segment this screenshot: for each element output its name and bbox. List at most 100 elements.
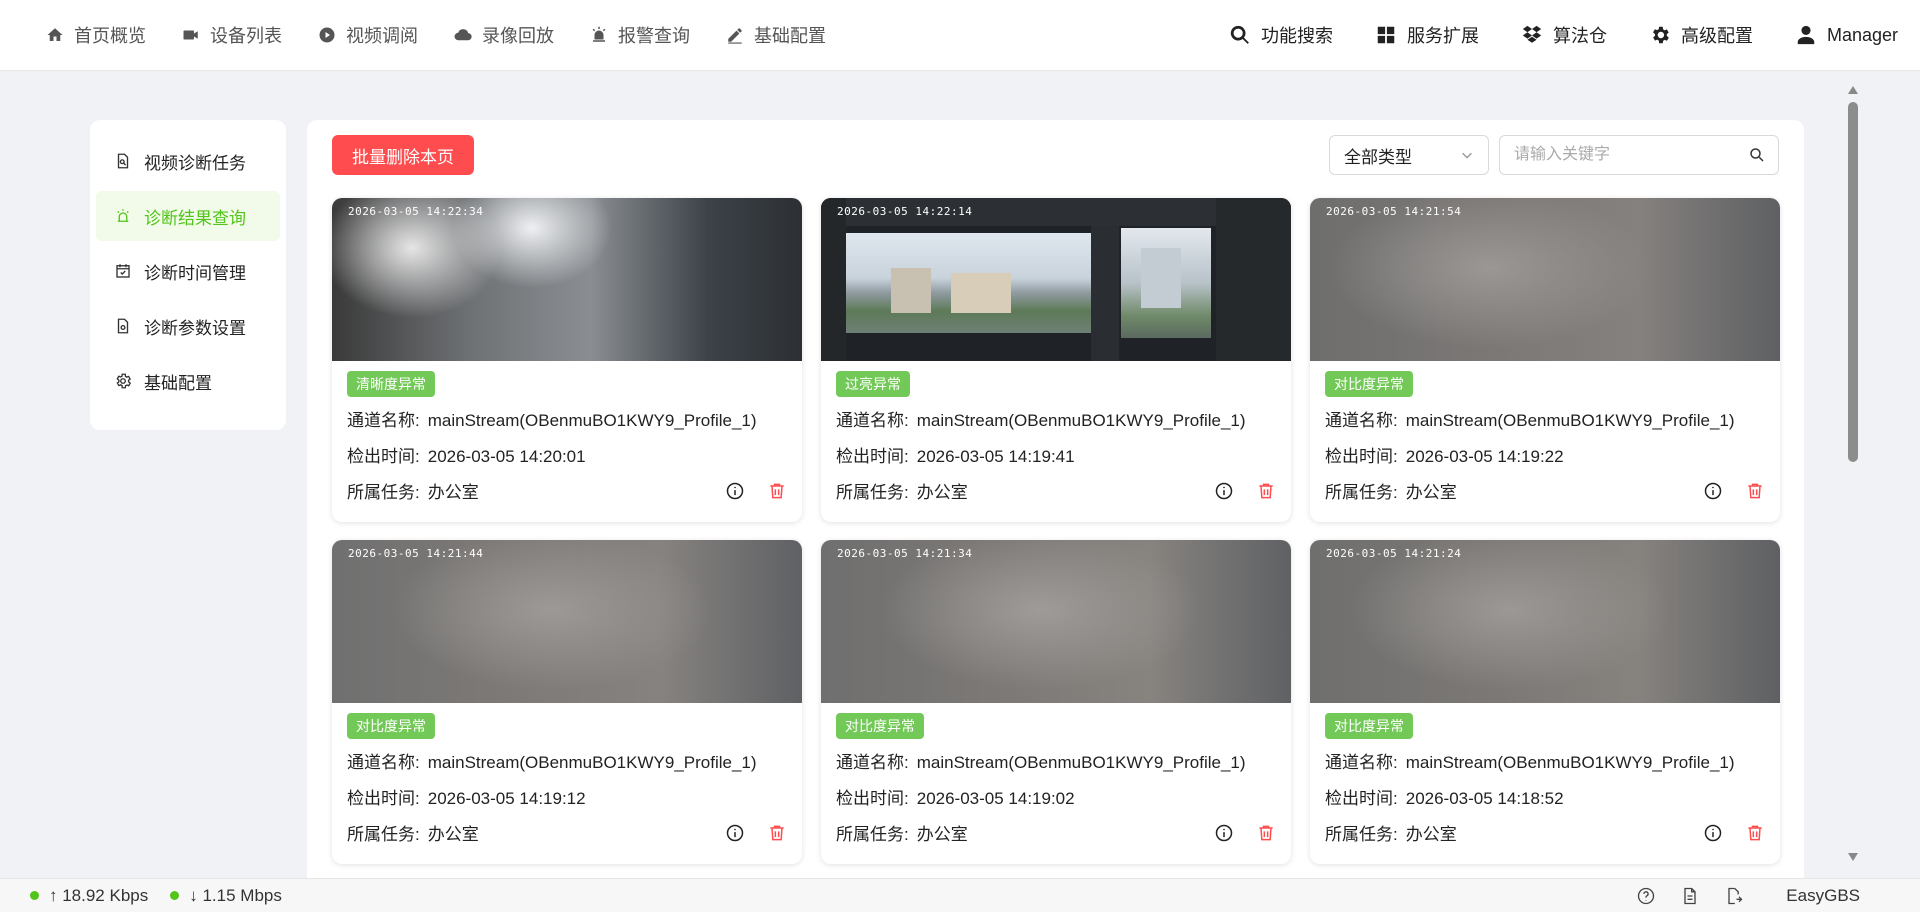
info-icon xyxy=(1704,824,1722,842)
result-card[interactable]: 2026-03-05 14:21:24 对比度异常 通道名称: mainStrea… xyxy=(1310,540,1780,864)
chevron-down-icon xyxy=(1462,152,1472,159)
camera-icon xyxy=(183,30,198,40)
snapshot-thumbnail[interactable]: 2026-03-05 14:22:34 xyxy=(332,198,802,361)
alarm-icon xyxy=(592,26,606,42)
trash-icon xyxy=(1259,483,1273,499)
nav-item-user[interactable]: Manager xyxy=(1795,24,1898,46)
result-card[interactable]: 2026-03-05 14:21:44 对比度异常 通道名称: mainStrea… xyxy=(332,540,802,864)
nav-item-home[interactable]: 首页概览 xyxy=(46,22,146,48)
task-value: 办公室 xyxy=(427,483,479,502)
snapshot-thumbnail[interactable]: 2026-03-05 14:22:14 xyxy=(821,198,1291,361)
delete-button[interactable] xyxy=(1256,481,1276,501)
batch-delete-button[interactable]: 批量删除本页 xyxy=(332,135,474,175)
channel-row: 通道名称: mainStream(OBenmuBO1KWY9_Profile_1) xyxy=(347,751,787,775)
info-icon xyxy=(1215,482,1233,500)
info-button[interactable] xyxy=(725,481,745,501)
scroll-up-arrow[interactable] xyxy=(1847,85,1859,95)
nav-item-label: 视频调阅 xyxy=(346,26,418,46)
channel-label: 通道名称: xyxy=(836,753,909,772)
sidebar-item-label: 基础配置 xyxy=(144,373,212,393)
channel-label: 通道名称: xyxy=(1325,753,1398,772)
detected-label: 检出时间: xyxy=(1325,447,1398,466)
brand-name: EasyGBS xyxy=(1786,885,1860,905)
nav-item-label: 设备列表 xyxy=(210,26,282,46)
nav-item-config[interactable]: 基础配置 xyxy=(726,22,826,48)
search-input[interactable] xyxy=(1500,137,1748,173)
top-nav: 首页概览 设备列表 视频调阅 录像回放 报警查询 基础配置 功能搜索 服务扩展 … xyxy=(0,0,1920,71)
info-button[interactable] xyxy=(1703,481,1723,501)
nav-right: 功能搜索 服务扩展 算法仓 高级配置 Manager xyxy=(1187,22,1920,48)
sidebar-item-diagnosis-result[interactable]: 诊断结果查询 xyxy=(96,191,280,241)
nav-item-service-ext[interactable]: 服务扩展 xyxy=(1375,22,1479,48)
nav-item-devices[interactable]: 设备列表 xyxy=(182,22,282,48)
export-button[interactable] xyxy=(1724,886,1744,906)
task-row: 所属任务: 办公室 xyxy=(347,481,787,505)
channel-label: 通道名称: xyxy=(1325,411,1398,430)
play-circle-icon xyxy=(319,27,335,43)
upload-rate: ↑ 18.92 Kbps xyxy=(30,886,148,906)
trash-icon xyxy=(1748,825,1762,841)
task-row: 所属任务: 办公室 xyxy=(836,823,1276,847)
anomaly-tag: 对比度异常 xyxy=(836,713,924,739)
channel-value: mainStream(OBenmuBO1KWY9_Profile_1) xyxy=(427,753,757,772)
nav-item-feature-search[interactable]: 功能搜索 xyxy=(1229,22,1333,48)
sidebar-item-diagnosis-params[interactable]: 诊断参数设置 xyxy=(96,301,280,351)
info-button[interactable] xyxy=(1214,823,1234,843)
snapshot-thumbnail[interactable]: 2026-03-05 14:21:24 xyxy=(1310,540,1780,703)
snapshot-thumbnail[interactable]: 2026-03-05 14:21:54 xyxy=(1310,198,1780,361)
delete-button[interactable] xyxy=(1256,823,1276,843)
detected-row: 检出时间: 2026-03-05 14:19:22 xyxy=(1325,445,1765,469)
nav-item-advanced[interactable]: 高级配置 xyxy=(1649,22,1753,48)
detected-value: 2026-03-05 14:19:02 xyxy=(916,789,1075,808)
task-value: 办公室 xyxy=(1405,483,1457,502)
snapshot-thumbnail[interactable]: 2026-03-05 14:21:44 xyxy=(332,540,802,703)
info-button[interactable] xyxy=(1214,481,1234,501)
delete-button[interactable] xyxy=(767,823,787,843)
snapshot-thumbnail[interactable]: 2026-03-05 14:21:34 xyxy=(821,540,1291,703)
sidebar-item-diagnosis-time[interactable]: 诊断时间管理 xyxy=(96,246,280,296)
task-label: 所属任务: xyxy=(836,483,909,502)
result-card[interactable]: 2026-03-05 14:22:14 过亮异常 通道名称: mainStream… xyxy=(821,198,1291,522)
search-icon xyxy=(1230,25,1249,44)
delete-button[interactable] xyxy=(1745,823,1765,843)
result-card[interactable]: 2026-03-05 14:21:34 对比度异常 通道名称: mainStrea… xyxy=(821,540,1291,864)
card-body: 过亮异常 通道名称: mainStream(OBenmuBO1KWY9_Profi… xyxy=(821,361,1291,505)
docs-button[interactable] xyxy=(1680,886,1700,906)
nav-item-algorithm[interactable]: 算法仓 xyxy=(1521,22,1607,48)
type-select[interactable]: 全部类型 xyxy=(1329,135,1489,175)
card-actions xyxy=(703,823,787,843)
trash-icon xyxy=(770,483,784,499)
doc-settings-icon xyxy=(117,318,129,334)
detected-row: 检出时间: 2026-03-05 14:19:02 xyxy=(836,787,1276,811)
task-label: 所属任务: xyxy=(836,825,909,844)
delete-button[interactable] xyxy=(1745,481,1765,501)
nav-item-label: Manager xyxy=(1826,24,1898,45)
search-icon[interactable] xyxy=(1748,146,1766,164)
nav-item-playback[interactable]: 录像回放 xyxy=(454,22,554,48)
task-label: 所属任务: xyxy=(1325,483,1398,502)
channel-row: 通道名称: mainStream(OBenmuBO1KWY9_Profile_1) xyxy=(836,409,1276,433)
detected-row: 检出时间: 2026-03-05 14:18:52 xyxy=(1325,787,1765,811)
task-value: 办公室 xyxy=(427,825,479,844)
upload-rate-value: ↑ 18.92 Kbps xyxy=(49,885,149,905)
info-button[interactable] xyxy=(725,823,745,843)
result-card[interactable]: 2026-03-05 14:21:54 对比度异常 通道名称: mainStrea… xyxy=(1310,198,1780,522)
nav-item-label: 高级配置 xyxy=(1680,26,1753,46)
anomaly-tag: 清晰度异常 xyxy=(347,371,435,397)
nav-item-video[interactable]: 视频调阅 xyxy=(318,22,418,48)
sidebar-item-diagnosis-task[interactable]: 视频诊断任务 xyxy=(96,136,280,186)
card-actions xyxy=(703,481,787,501)
result-card[interactable]: 2026-03-05 14:22:34 清晰度异常 通道名称: mainStrea… xyxy=(332,198,802,522)
grid-icon xyxy=(1377,26,1395,44)
nav-item-alarm[interactable]: 报警查询 xyxy=(590,22,690,48)
task-row: 所属任务: 办公室 xyxy=(1325,481,1765,505)
delete-button[interactable] xyxy=(767,481,787,501)
info-button[interactable] xyxy=(1703,823,1723,843)
calendar-check-icon xyxy=(116,264,130,278)
help-button[interactable] xyxy=(1636,886,1656,906)
task-row: 所属任务: 办公室 xyxy=(347,823,787,847)
scroll-down-arrow[interactable] xyxy=(1847,852,1859,862)
channel-row: 通道名称: mainStream(OBenmuBO1KWY9_Profile_1) xyxy=(347,409,787,433)
sidebar-item-basic-config[interactable]: 基础配置 xyxy=(96,356,280,406)
scrollbar-thumb[interactable] xyxy=(1848,102,1858,462)
